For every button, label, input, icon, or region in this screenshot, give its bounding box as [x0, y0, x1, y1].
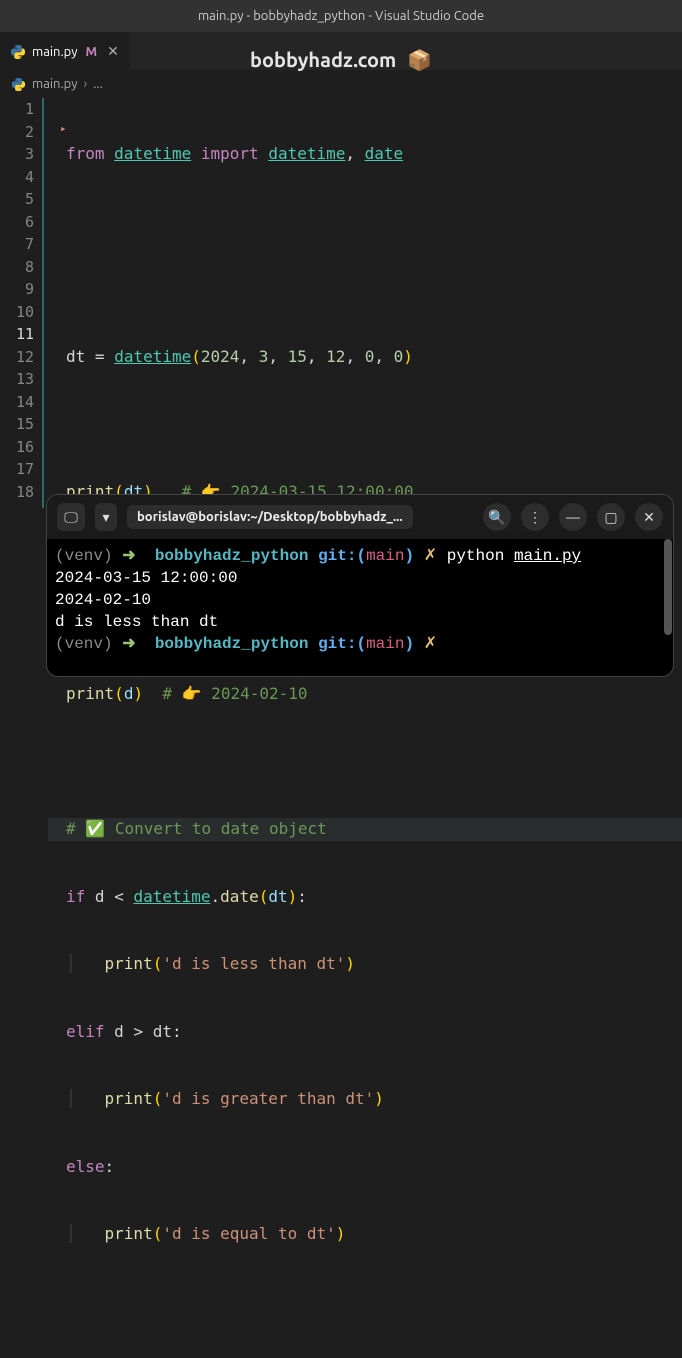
line-number: 10: [0, 301, 34, 324]
window-titlebar: main.py - bobbyhadz_python - Visual Stud…: [0, 0, 682, 32]
line-number: 17: [0, 458, 34, 481]
code-line[interactable]: [66, 1291, 682, 1314]
line-number: 1: [0, 98, 34, 121]
terminal-output[interactable]: (venv) ➜ bobbyhadz_python git:(main) ✗ p…: [47, 539, 673, 661]
close-icon: ✕: [643, 509, 655, 526]
code-line[interactable]: [66, 751, 682, 774]
line-number: 6: [0, 211, 34, 234]
code-line[interactable]: [66, 278, 682, 301]
line-number: 13: [0, 368, 34, 391]
tab-dropdown-button[interactable]: ▾: [95, 503, 117, 531]
code-line[interactable]: [66, 413, 682, 436]
code-line[interactable]: [66, 211, 682, 234]
menu-button[interactable]: ⋮: [521, 503, 549, 531]
code-line[interactable]: from datetime import datetime, date: [66, 143, 682, 166]
line-number: 15: [0, 413, 34, 436]
line-number: 18: [0, 481, 34, 504]
cube-icon: 📦: [407, 48, 432, 72]
code-line[interactable]: dt = datetime(2024, 3, 15, 12, 0, 0): [66, 346, 682, 369]
maximize-button[interactable]: ▢: [597, 503, 625, 531]
search-button[interactable]: 🔍: [483, 503, 511, 531]
search-icon: 🔍: [488, 509, 505, 526]
line-number: 9: [0, 278, 34, 301]
code-line[interactable]: if d < datetime.date(dt):: [66, 886, 682, 909]
chevron-right-icon: ›: [84, 77, 88, 91]
code-line[interactable]: else:: [66, 1156, 682, 1179]
window-title: main.py - bobbyhadz_python - Visual Stud…: [198, 9, 484, 23]
chevron-down-icon: ▾: [102, 509, 109, 526]
terminal-toolbar: 🖵 ▾ borislav@borislav:~/Desktop/bobbyhad…: [47, 495, 673, 539]
line-gutter: 1 2 3 4 5 6 7 8 9 10 11 12 13 14 15 16 1…: [0, 98, 42, 508]
line-number: 2: [0, 121, 34, 144]
line-number: 16: [0, 436, 34, 459]
code-line[interactable]: elif d > dt:: [66, 1021, 682, 1044]
line-number: 5: [0, 188, 34, 211]
breadcrumbs[interactable]: main.py › ...: [0, 70, 682, 98]
code-line-current[interactable]: # ✅ Convert to date object: [48, 818, 682, 841]
maximize-icon: ▢: [604, 509, 617, 526]
watermark: bobbyhadz.com 📦: [0, 48, 682, 72]
line-number: 4: [0, 166, 34, 189]
breadcrumb-more[interactable]: ...: [93, 77, 103, 91]
scrollbar-thumb[interactable]: [664, 539, 672, 635]
menu-icon: ⋮: [528, 509, 542, 526]
breadcrumb-file[interactable]: main.py: [32, 77, 78, 91]
line-number: 8: [0, 256, 34, 279]
code-line[interactable]: │ print('d is equal to dt'): [66, 1223, 682, 1246]
terminal-scrollbar[interactable]: [663, 539, 673, 676]
terminal-icon: 🖵: [64, 509, 78, 526]
line-number: 7: [0, 233, 34, 256]
line-number: 11: [0, 323, 34, 346]
code-line[interactable]: print(d) # 👉 2024-02-10: [66, 683, 682, 706]
code-area[interactable]: from datetime import datetime, date dt =…: [48, 98, 682, 508]
code-line[interactable]: │ print('d is less than dt'): [66, 953, 682, 976]
line-number: 3: [0, 143, 34, 166]
line-number: 14: [0, 391, 34, 414]
code-editor[interactable]: 1 2 3 4 5 6 7 8 9 10 11 12 13 14 15 16 1…: [0, 98, 682, 508]
terminal-panel: 🖵 ▾ borislav@borislav:~/Desktop/bobbyhad…: [46, 494, 674, 677]
close-button[interactable]: ✕: [635, 503, 663, 531]
watermark-text: bobbyhadz.com: [250, 48, 396, 71]
new-tab-button[interactable]: 🖵: [57, 503, 85, 531]
minimize-button[interactable]: —: [559, 503, 587, 531]
line-number: 12: [0, 346, 34, 369]
terminal-title[interactable]: borislav@borislav:~/Desktop/bobbyhadz_..…: [127, 505, 413, 529]
minimize-icon: —: [566, 509, 580, 525]
python-file-icon: [10, 76, 26, 92]
code-line[interactable]: │ print('d is greater than dt'): [66, 1088, 682, 1111]
